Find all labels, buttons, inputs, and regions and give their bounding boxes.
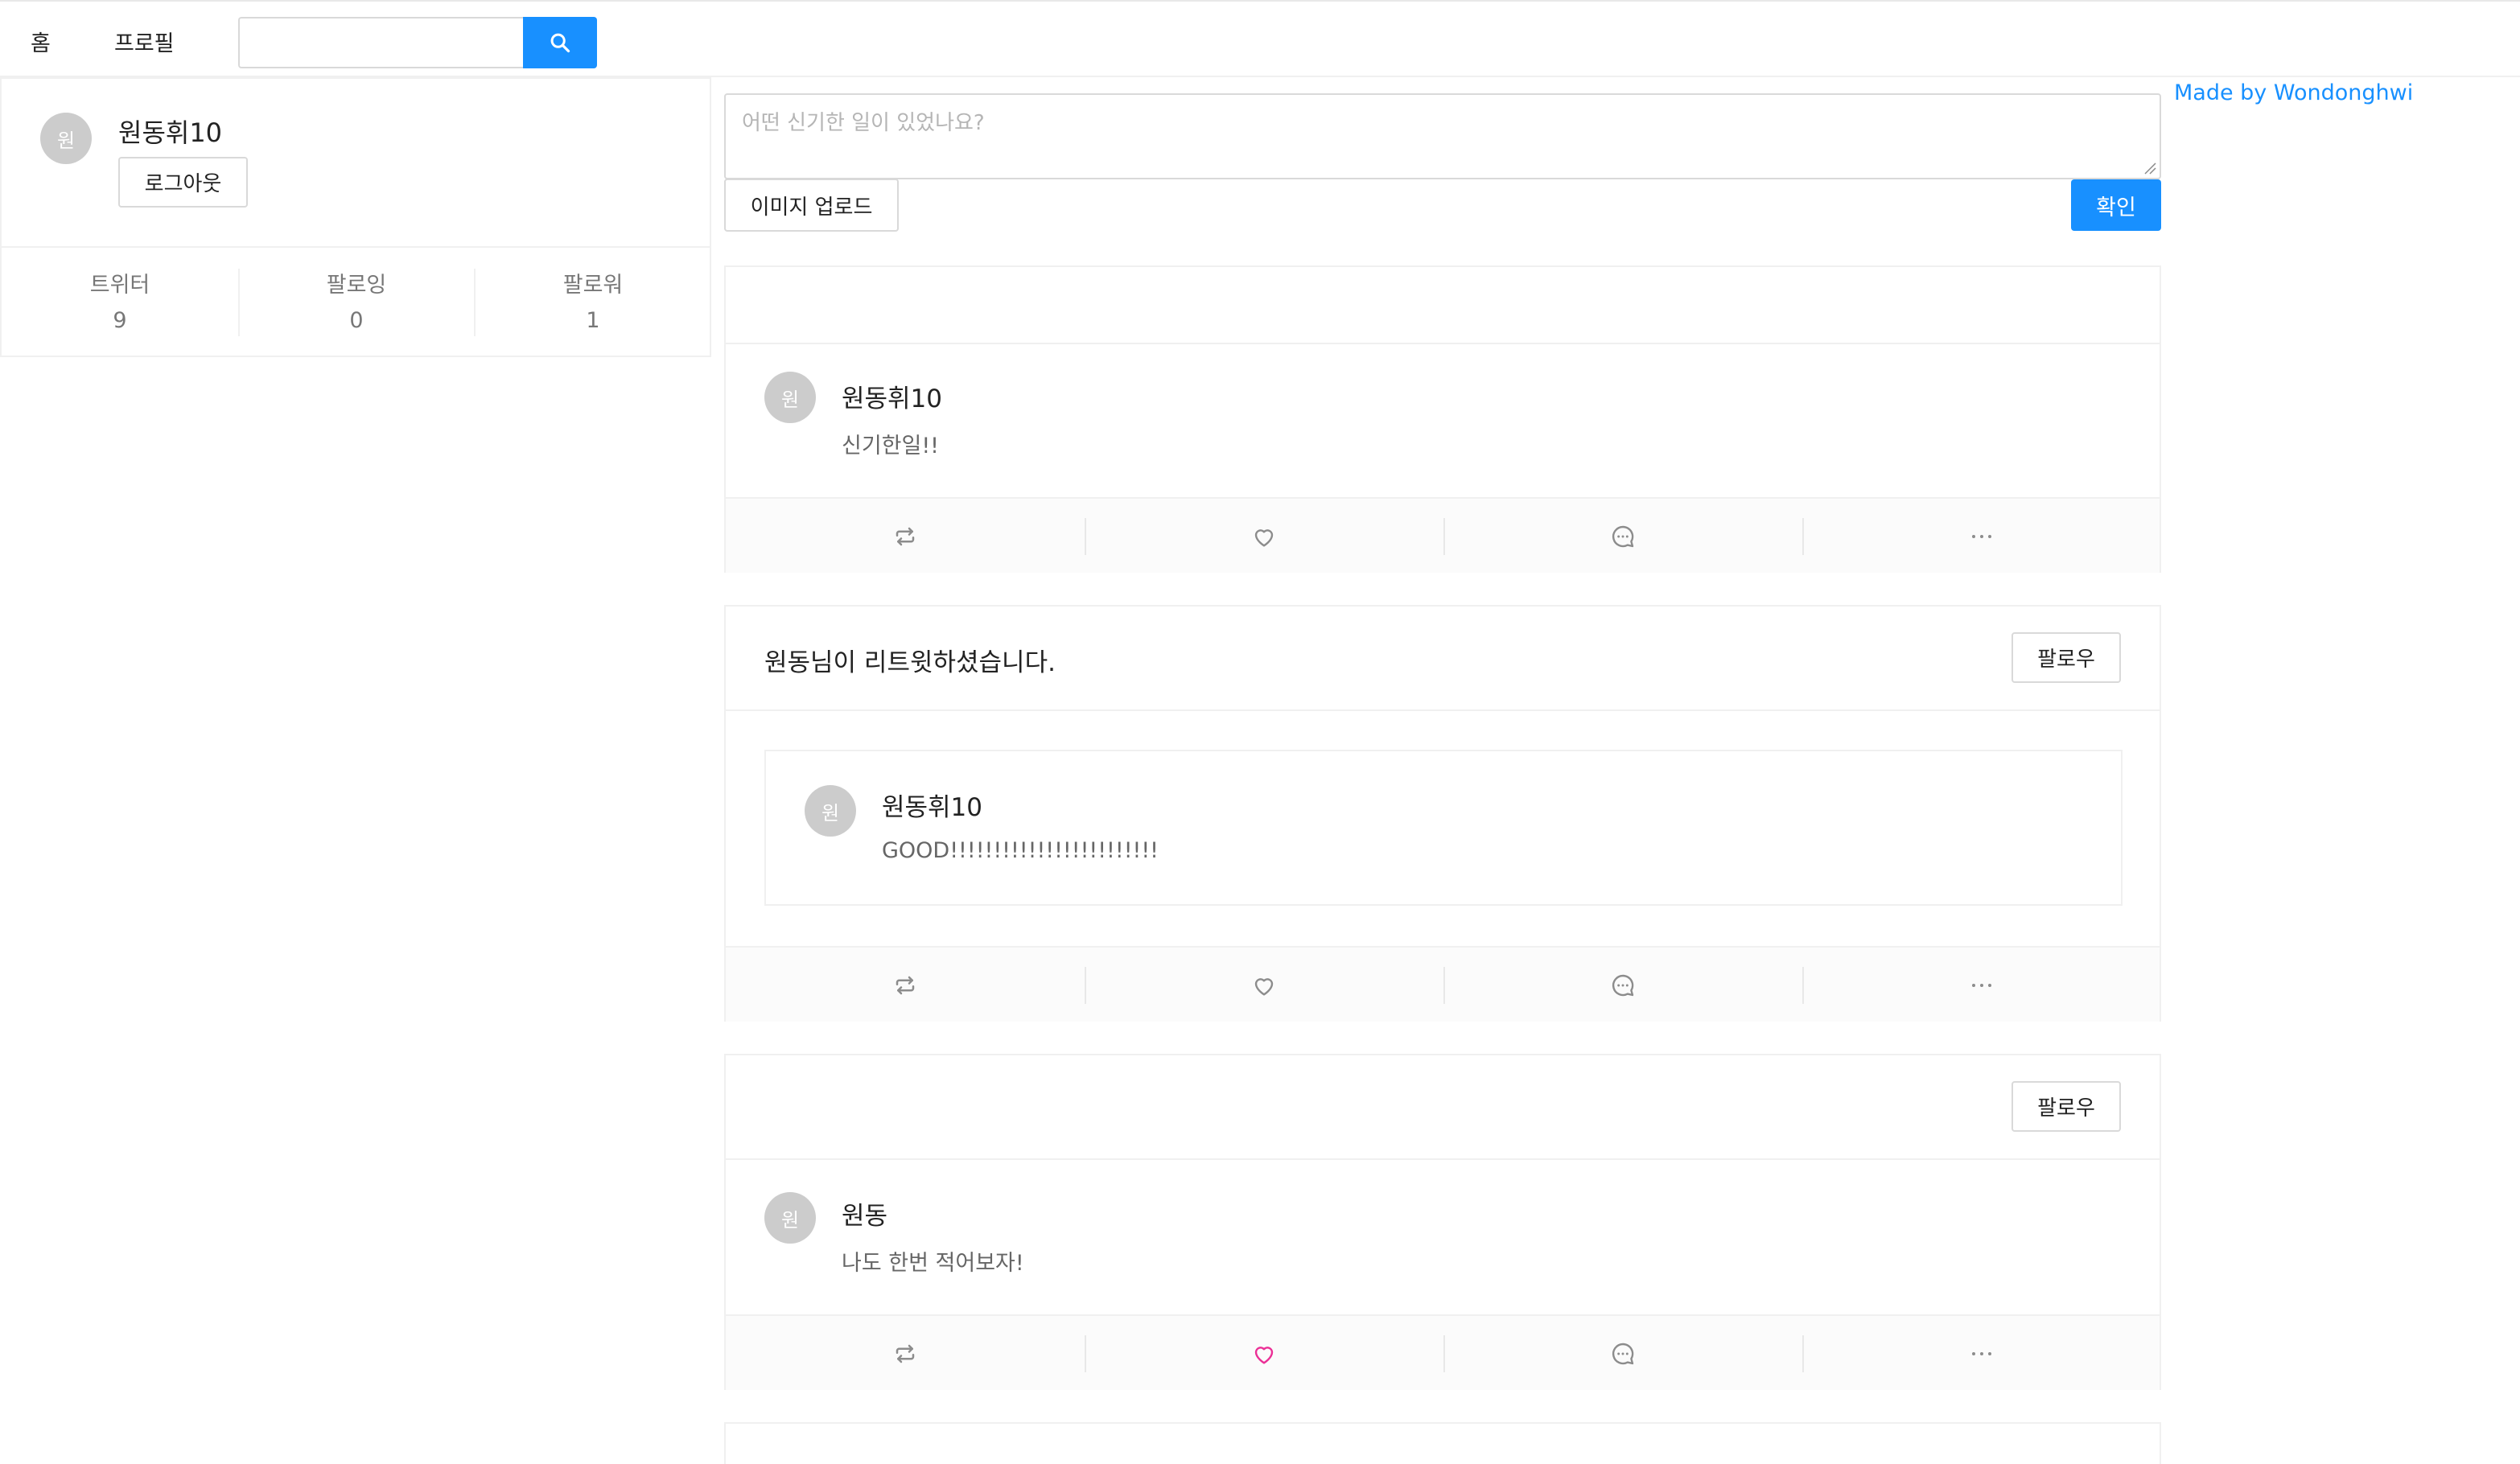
tweet-card: 원동님이 리트윗하셨습니다. 팔로우 원 원동휘10 GOOD!!!!!!!!!…	[724, 605, 2161, 1022]
tweet-author: 원동휘10	[882, 793, 983, 822]
logout-button[interactable]: 로그아웃	[118, 157, 248, 208]
card-header	[726, 267, 2160, 344]
tweet-actions	[726, 946, 2160, 1022]
tweet-author: 원동휘10	[842, 385, 943, 413]
more-icon	[1972, 1352, 1991, 1355]
tweet-card: 팔로우 원 원동 나도 한번 적어보자!	[724, 1054, 2161, 1390]
nav-profile-link[interactable]: 프로필	[114, 26, 175, 57]
retweet-icon	[896, 976, 915, 995]
tweet-actions	[726, 1314, 2160, 1390]
message-icon	[1612, 1343, 1634, 1365]
tweet-card	[724, 1422, 2161, 1464]
tweet-content: 신기한일!!	[842, 434, 940, 459]
search-input[interactable]	[238, 17, 525, 68]
resize-grip-icon[interactable]	[2142, 160, 2156, 175]
avatar: 원	[40, 113, 92, 164]
stat-value: 1	[586, 308, 600, 333]
made-by-link[interactable]: Made by Wondonghwi	[2174, 80, 2413, 105]
tweet-content: 나도 한번 적어보자!	[842, 1251, 1024, 1276]
more-button[interactable]	[1802, 1316, 2161, 1392]
heart-icon	[1254, 529, 1274, 547]
search-button[interactable]	[523, 17, 597, 68]
like-button[interactable]	[1085, 499, 1443, 574]
retweet-icon	[896, 1344, 915, 1363]
message-icon	[1612, 974, 1634, 997]
retweet-icon	[896, 527, 915, 546]
compose-textarea[interactable]: 어떤 신기한 일이 있었나요?	[724, 93, 2161, 179]
compose-placeholder: 어떤 신기한 일이 있었나요?	[742, 111, 985, 135]
stat-value: 0	[349, 308, 364, 333]
card-header: 원동님이 리트윗하셨습니다. 팔로우	[726, 607, 2160, 711]
comment-button[interactable]	[1443, 948, 1802, 1023]
retweeted-post: 원 원동휘10 GOOD!!!!!!!!!!!!!!!!!!!!!!!!	[764, 750, 2123, 906]
more-icon	[1972, 535, 1991, 538]
heart-icon	[1254, 1347, 1274, 1364]
profile-card: 원 원동휘10 로그아웃 트위터 9 팔로잉 0 팔로워 1	[0, 77, 711, 357]
tweet-author: 원동	[842, 1202, 888, 1231]
retweet-button[interactable]	[726, 1316, 1085, 1392]
submit-button[interactable]: 확인	[2071, 179, 2161, 231]
like-button[interactable]	[1085, 948, 1443, 1023]
follow-button[interactable]: 팔로우	[2011, 1081, 2121, 1132]
retweet-button[interactable]	[726, 948, 1085, 1023]
stat-value: 9	[113, 308, 127, 333]
stat-tweets: 트위터 9	[2, 267, 238, 333]
retweet-button[interactable]	[726, 499, 1085, 574]
stat-label: 팔로워	[562, 273, 624, 298]
search-icon	[550, 33, 570, 53]
message-icon	[1612, 525, 1634, 548]
more-button[interactable]	[1802, 499, 2161, 574]
card-header: 팔로우	[726, 1055, 2160, 1160]
avatar: 원	[764, 372, 816, 423]
divider	[2, 246, 710, 248]
avatar: 원	[764, 1192, 816, 1244]
stat-followers: 팔로워 1	[475, 267, 711, 333]
avatar: 원	[805, 785, 856, 837]
like-button[interactable]	[1085, 1316, 1443, 1392]
more-button[interactable]	[1802, 948, 2161, 1023]
comment-button[interactable]	[1443, 1316, 1802, 1392]
tweet-content: GOOD!!!!!!!!!!!!!!!!!!!!!!!!	[882, 838, 1159, 863]
stat-following: 팔로잉 0	[238, 267, 475, 333]
tweet-card: 원 원동휘10 신기한일!!	[724, 265, 2161, 573]
image-upload-button[interactable]: 이미지 업로드	[724, 179, 899, 232]
more-icon	[1972, 984, 1991, 987]
nav-home-link[interactable]: 홈	[31, 26, 51, 57]
comment-button[interactable]	[1443, 499, 1802, 574]
stat-label: 팔로잉	[326, 273, 387, 298]
follow-button[interactable]: 팔로우	[2011, 632, 2121, 683]
retweet-notice: 원동님이 리트윗하셨습니다.	[764, 648, 1056, 677]
heart-icon	[1254, 978, 1274, 996]
top-nav: 홈 프로필	[0, 0, 2520, 77]
tweet-actions	[726, 497, 2160, 573]
stat-label: 트위터	[89, 273, 150, 298]
profile-name: 원동휘10	[118, 117, 223, 148]
